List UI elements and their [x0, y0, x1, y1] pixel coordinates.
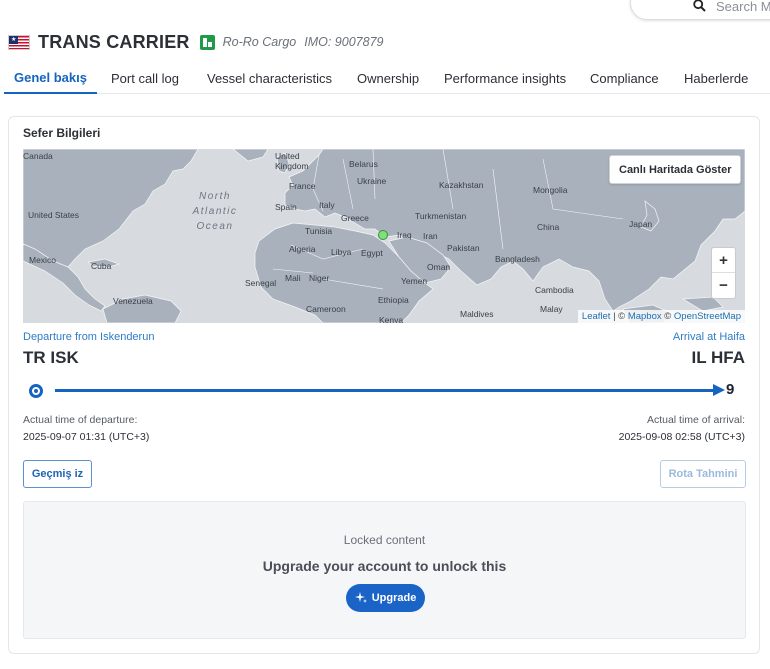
map-label: Iran: [423, 231, 438, 241]
map-label: Italy: [319, 200, 335, 210]
locked-content-message: Upgrade your account to unlock this: [262, 558, 507, 574]
tab-ownership[interactable]: Ownership: [343, 62, 430, 94]
map-label: Oman: [427, 262, 451, 272]
arrow-head-icon: [713, 384, 725, 396]
arrival-code: IL HFA: [691, 348, 745, 367]
vessel-meta: Ro-Ro Cargo IMO: 9007879: [223, 35, 384, 49]
zoom-out-button[interactable]: −: [712, 273, 735, 298]
map-label: Pakistan: [447, 243, 480, 253]
route-progress: 9: [23, 379, 745, 401]
upgrade-button[interactable]: Upgrade: [346, 584, 425, 612]
map-label: Libya: [331, 247, 352, 257]
map-label: Spain: [275, 202, 297, 212]
locked-content-panel: Locked content Upgrade your account to u…: [23, 501, 746, 639]
map-label: Belarus: [349, 159, 378, 169]
show-live-map-button[interactable]: Canlı Haritada Göster: [609, 155, 742, 184]
map-label: Cameroon: [306, 304, 346, 314]
search-placeholder: Search Ma: [716, 0, 770, 14]
vessel-imo: IMO: 9007879: [304, 35, 384, 49]
map-label: Yemen: [401, 276, 428, 286]
voyage-map[interactable]: North Atlantic Ocean Canada United State…: [23, 149, 745, 323]
map-label: United States: [28, 210, 80, 220]
route-line: [55, 389, 715, 392]
destination-pin-icon: 9: [726, 381, 735, 398]
map-label: Algeria: [289, 244, 316, 254]
voyage-card: Sefer Bilgileri North Atlantic Ocean Can…: [8, 116, 760, 654]
openstreetmap-link[interactable]: OpenStreetMap: [674, 311, 741, 322]
departure-point-icon: [29, 384, 43, 398]
arrival-port-link[interactable]: Arrival at Haifa: [673, 331, 745, 343]
ocean-label-line: North: [199, 191, 231, 202]
map-attribution: Leaflet | © Mapbox © OpenStreetMap: [577, 310, 745, 323]
tab-news[interactable]: Haberlerde: [670, 62, 770, 94]
map-label: China: [537, 222, 560, 232]
map-label: Maldives: [460, 309, 494, 319]
voyage-title: Sefer Bilgileri: [23, 126, 101, 140]
ro-ro-cargo-icon: [199, 34, 215, 50]
map-label: Cambodia: [535, 285, 574, 295]
upgrade-label: Upgrade: [371, 592, 417, 604]
tab-vessel-characteristics[interactable]: Vessel characteristics: [193, 62, 343, 94]
map-label: Malay: [540, 304, 563, 314]
map-label: Bangladesh: [495, 254, 540, 264]
map-label: Mongolia: [533, 185, 568, 195]
map-label: Tunisia: [305, 226, 333, 236]
vessel-name: TRANS CARRIER: [38, 31, 190, 52]
mapbox-link[interactable]: Mapbox: [628, 311, 662, 322]
tab-performance-insights[interactable]: Performance insights: [430, 62, 576, 94]
ocean-label-line: Ocean: [196, 221, 234, 232]
departure-time-label: Actual time of departure:: [23, 414, 138, 426]
map-label: Kenya: [379, 315, 404, 323]
sparkle-icon: [354, 592, 367, 603]
map-label: Senegal: [245, 278, 277, 288]
map-label: France: [289, 181, 316, 191]
leaflet-link[interactable]: Leaflet: [582, 311, 611, 322]
map-label: Kazakhstan: [439, 180, 484, 190]
map-label: Ukraine: [357, 176, 387, 186]
map-label: Iraq: [397, 230, 412, 240]
search-input[interactable]: Search Ma: [630, 0, 770, 20]
departure-code: TR ISK: [23, 348, 79, 367]
zoom-in-button[interactable]: +: [712, 248, 735, 273]
ocean-label-line: Atlantic: [192, 206, 238, 217]
departure-time: 2025-09-07 01:31 (UTC+3): [23, 431, 150, 443]
departure-port-link[interactable]: Departure from Iskenderun: [23, 331, 154, 343]
map-label: United Kingdom: [275, 151, 309, 171]
map-label: Greece: [341, 213, 369, 223]
vessel-header: ★ TRANS CARRIER Ro-Ro Cargo IMO: 9007879: [8, 30, 383, 54]
vessel-position-marker[interactable]: [378, 230, 388, 240]
map-label: Cuba: [91, 261, 112, 271]
ocean-label: North Atlantic Ocean: [177, 189, 253, 234]
attribution-separator: ©: [661, 311, 674, 322]
map-label: Canada: [23, 151, 53, 161]
liberia-flag-icon: ★: [8, 34, 30, 50]
search-icon: [693, 0, 706, 12]
past-track-button[interactable]: Geçmiş iz: [23, 460, 92, 488]
arrival-time: 2025-09-08 02:58 (UTC+3): [618, 431, 745, 443]
tab-overview[interactable]: Genel bakış: [4, 62, 97, 94]
map-label: Mexico: [29, 255, 56, 265]
locked-content-label: Locked content: [343, 533, 426, 547]
tab-bar: Genel bakış Port call log Vessel charact…: [4, 62, 770, 94]
map-label: Turkmenistan: [415, 211, 467, 221]
map-label: Ethiopia: [378, 295, 409, 305]
map-label: Mali: [285, 273, 301, 283]
attribution-separator: | ©: [610, 311, 628, 322]
tab-compliance[interactable]: Compliance: [576, 62, 670, 94]
map-label: Niger: [309, 273, 330, 283]
map-label: Egypt: [361, 248, 383, 258]
arrival-time-label: Actual time of arrival:: [646, 414, 745, 426]
zoom-control: + −: [711, 247, 736, 299]
tab-port-call-log[interactable]: Port call log: [97, 62, 193, 94]
map-label: Japan: [629, 219, 653, 229]
map-label: Venezuela: [113, 296, 153, 306]
route-estimate-button[interactable]: Rota Tahmini: [660, 460, 746, 488]
vessel-type: Ro-Ro Cargo: [222, 35, 297, 49]
